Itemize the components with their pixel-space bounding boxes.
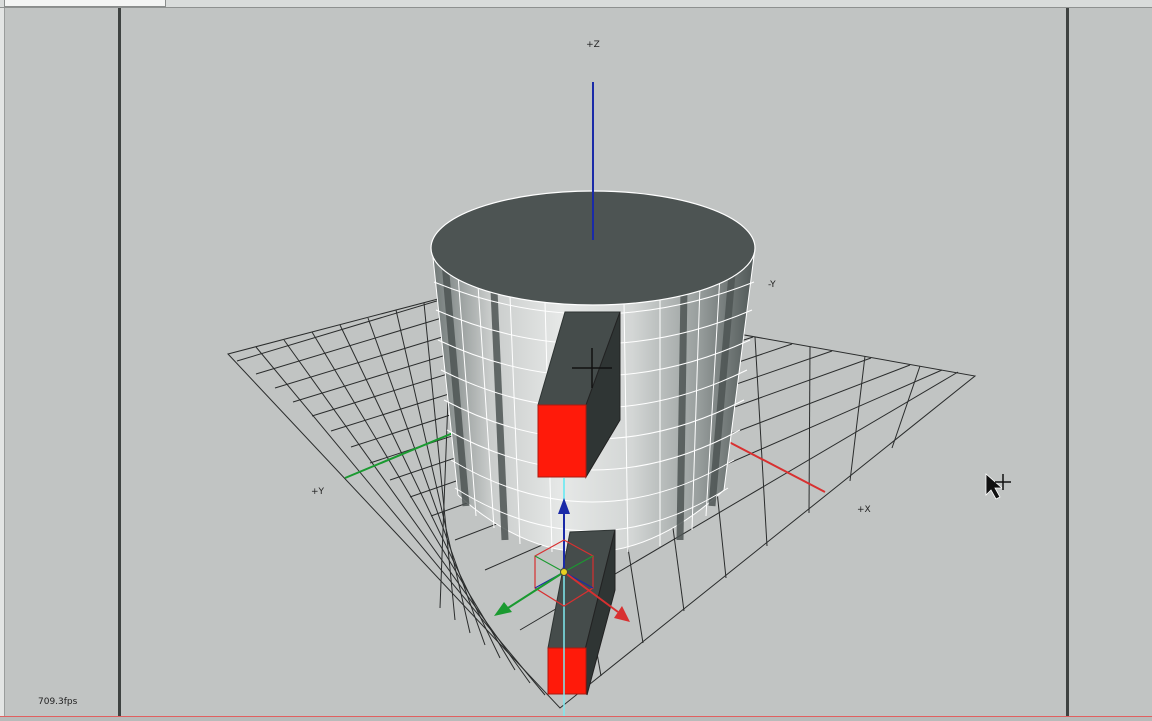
- y-pos-axis-label: +Y: [311, 487, 325, 497]
- window-top-strip: [0, 0, 1152, 8]
- 3d-viewport[interactable]: +Z -Y +Y +X: [121, 8, 1067, 716]
- x-pos-axis-label: +X: [857, 505, 871, 515]
- lower-box-object[interactable]: [547, 529, 616, 696]
- top-tab[interactable]: [4, 0, 166, 7]
- z-axis-label: +Z: [586, 40, 600, 50]
- fps-readout: 709.3fps: [38, 697, 78, 707]
- y-neg-axis-label: -Y: [768, 280, 776, 290]
- left-window-edge: [0, 8, 5, 720]
- move-cursor-icon: [985, 473, 1011, 500]
- y-axis-line: [344, 427, 466, 479]
- bottom-status-line: [0, 716, 1152, 721]
